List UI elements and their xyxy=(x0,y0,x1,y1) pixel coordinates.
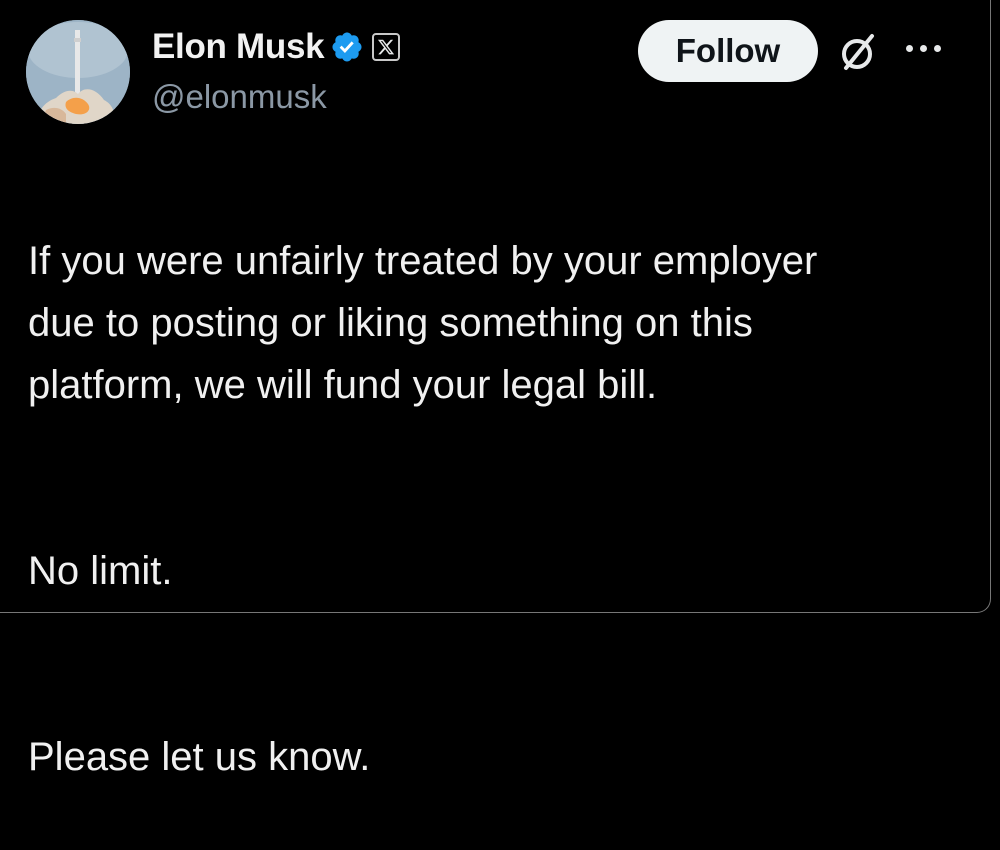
tweet-paragraph: No limit. xyxy=(28,549,173,593)
verified-badge-icon[interactable] xyxy=(330,30,364,64)
tweet-body: If you were unfairly treated by your emp… xyxy=(28,168,968,850)
avatar[interactable] xyxy=(26,20,130,124)
tweet-card: Elon Musk @elonmusk Follow If you were u… xyxy=(0,0,991,779)
x-logo-icon xyxy=(372,33,401,61)
author-handle[interactable]: @elonmusk xyxy=(152,78,327,116)
rocket-launch-image xyxy=(26,20,130,124)
follow-button[interactable]: Follow xyxy=(638,20,818,82)
more-options-icon[interactable] xyxy=(906,40,954,56)
tweet-paragraph: Please let us know. xyxy=(28,735,371,779)
tweet-paragraph: If you were unfairly treated by your emp… xyxy=(28,239,818,407)
author-name[interactable]: Elon Musk xyxy=(152,27,325,67)
grok-icon[interactable] xyxy=(838,30,878,74)
author-name-row: Elon Musk xyxy=(152,27,401,67)
